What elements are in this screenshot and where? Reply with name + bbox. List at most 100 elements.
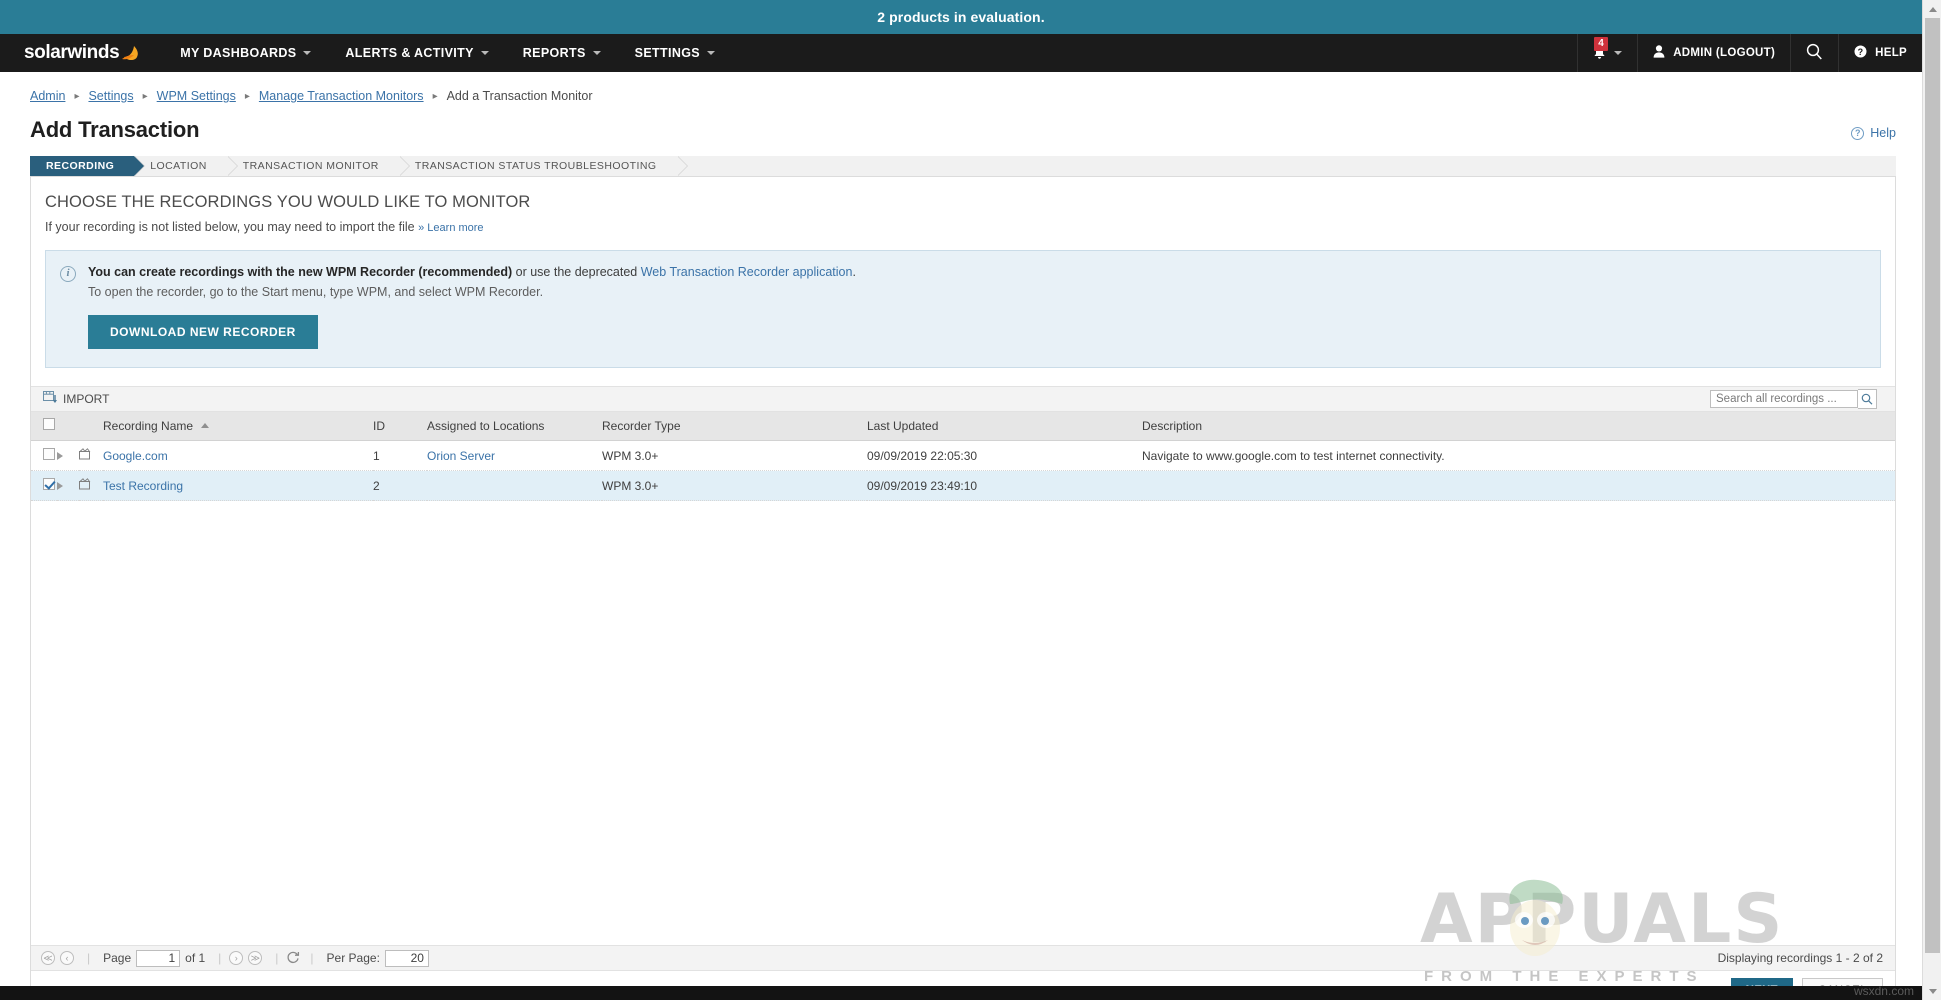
next-page-button[interactable]: › — [229, 951, 244, 965]
header-select-all[interactable] — [31, 412, 57, 441]
callout-end-text: . — [852, 265, 856, 279]
page-number-input[interactable] — [136, 949, 181, 967]
scroll-down-button[interactable] — [1923, 982, 1941, 1000]
section-subtext-row: If your recording is not listed below, y… — [31, 212, 1895, 234]
breadcrumb-item-settings[interactable]: Settings — [88, 89, 133, 103]
nav-item-my-dashboards[interactable]: MY DASHBOARDS — [163, 34, 328, 72]
main-navbar: solarwinds MY DASHBOARDS ALERTS & ACTIVI… — [0, 34, 1922, 72]
expand-row-icon[interactable] — [57, 451, 63, 460]
nav-item-label: SETTINGS — [634, 46, 700, 60]
recording-film-icon — [78, 478, 92, 493]
brand-text: solarwinds — [24, 42, 120, 63]
first-page-button[interactable]: ≪ — [41, 951, 55, 965]
user-icon — [1653, 45, 1665, 61]
navbar-spacer — [732, 34, 1577, 72]
help-button[interactable]: ? HELP — [1838, 34, 1922, 72]
footer-divider: | — [218, 951, 222, 965]
assigned-location-link[interactable]: Orion Server — [427, 449, 495, 463]
import-label: IMPORT — [63, 392, 110, 406]
breadcrumb-separator-icon: ▸ — [74, 90, 80, 102]
search-recordings-input[interactable] — [1710, 390, 1858, 408]
solarwinds-flame-icon — [121, 44, 141, 62]
svg-text:?: ? — [1858, 47, 1864, 57]
wizard-steps: RECORDING LOCATION TRANSACTION MONITOR T… — [30, 156, 1896, 177]
import-button[interactable]: IMPORT — [43, 391, 109, 407]
header-label: ID — [373, 418, 385, 433]
header-assigned-to-locations[interactable]: Assigned to Locations — [427, 412, 602, 441]
breadcrumb-item-wpm-settings[interactable]: WPM Settings — [157, 89, 236, 103]
nav-item-reports[interactable]: REPORTS — [506, 34, 618, 72]
table-row[interactable]: Test Recording 2 WPM 3.0+ 09/09/2019 23:… — [31, 470, 1895, 501]
wizard-tail — [676, 156, 1896, 176]
wizard-step-label: RECORDING — [46, 160, 115, 172]
search-submit-button[interactable] — [1858, 389, 1877, 409]
evaluation-banner: 2 products in evaluation. — [0, 0, 1922, 34]
page-title-row: Add Transaction ? Help — [0, 103, 1922, 143]
header-id[interactable]: ID — [373, 412, 427, 441]
notifications-button[interactable]: 4 — [1577, 34, 1637, 72]
row-id-cell: 1 — [373, 440, 427, 471]
recording-name-link[interactable]: Google.com — [103, 449, 168, 463]
row-recorder-type-cell: WPM 3.0+ — [602, 470, 867, 501]
header-last-updated[interactable]: Last Updated — [867, 412, 1142, 441]
learn-more-link[interactable]: » Learn more — [418, 222, 483, 234]
info-icon: i — [60, 266, 76, 282]
row-checkbox[interactable] — [43, 448, 55, 460]
wizard-step-label: TRANSACTION STATUS TROUBLESHOOTING — [414, 160, 657, 172]
info-callout: i You can create recordings with the new… — [45, 250, 1881, 368]
row-checkbox[interactable] — [43, 478, 55, 490]
row-expand-cell[interactable] — [57, 470, 79, 501]
row-expand-cell[interactable] — [57, 440, 79, 471]
row-checkbox-cell[interactable] — [31, 470, 57, 501]
table-footer: ≪ ‹ | Page of 1 | › ≫ | | Per Page: Disp… — [31, 945, 1895, 971]
user-account-button[interactable]: ADMIN (LOGOUT) — [1637, 34, 1790, 72]
row-last-updated-cell: 09/09/2019 22:05:30 — [867, 440, 1142, 471]
solarwinds-logo[interactable]: solarwinds — [0, 34, 163, 72]
last-page-button[interactable]: ≫ — [248, 951, 263, 965]
row-location-cell[interactable]: Orion Server — [427, 440, 602, 471]
header-label: Last Updated — [867, 418, 939, 433]
chevron-down-icon — [480, 51, 489, 55]
wizard-step-label: LOCATION — [150, 160, 207, 172]
scroll-up-button[interactable] — [1923, 0, 1941, 18]
notification-badge: 4 — [1594, 37, 1609, 51]
browser-scrollbar[interactable] — [1922, 0, 1941, 1000]
nav-item-settings[interactable]: SETTINGS — [618, 34, 732, 72]
nav-item-alerts-activity[interactable]: ALERTS & ACTIVITY — [328, 34, 505, 72]
wizard-step-transaction-status-troubleshooting[interactable]: TRANSACTION STATUS TROUBLESHOOTING — [398, 156, 688, 176]
page-help-link[interactable]: ? Help — [1851, 126, 1896, 143]
section-subtext: If your recording is not listed below, y… — [45, 220, 415, 234]
select-all-checkbox[interactable] — [43, 418, 55, 430]
scrollbar-thumb[interactable] — [1925, 18, 1940, 953]
header-recorder-type[interactable]: Recorder Type — [602, 412, 867, 441]
recordings-table: Recording Name ID Assigned to Locations … — [31, 412, 1895, 501]
breadcrumb-item-manage-transaction-monitors[interactable]: Manage Transaction Monitors — [259, 89, 424, 103]
row-recording-name-cell[interactable]: Test Recording — [103, 470, 373, 501]
per-page-input[interactable] — [384, 949, 429, 967]
recording-name-link[interactable]: Test Recording — [103, 479, 183, 493]
search-recordings-group — [1710, 389, 1877, 409]
row-type-icon-cell — [78, 440, 103, 471]
wizard-step-transaction-monitor[interactable]: TRANSACTION MONITOR — [226, 156, 410, 176]
help-question-icon: ? — [1854, 45, 1867, 61]
wizard-step-location[interactable]: LOCATION — [134, 156, 238, 176]
sort-ascending-icon — [201, 422, 210, 428]
expand-row-icon[interactable] — [57, 481, 63, 490]
previous-page-button[interactable]: ‹ — [60, 951, 74, 965]
breadcrumb-item-admin[interactable]: Admin — [30, 89, 65, 103]
row-recording-name-cell[interactable]: Google.com — [103, 440, 373, 471]
table-row[interactable]: Google.com 1 Orion Server WPM 3.0+ 09/09… — [31, 440, 1895, 471]
download-new-recorder-button[interactable]: DOWNLOAD NEW RECORDER — [88, 315, 318, 349]
row-checkbox-cell[interactable] — [31, 440, 57, 471]
callout-body: You can create recordings with the new W… — [88, 265, 1864, 349]
header-recording-name[interactable]: Recording Name — [103, 412, 373, 441]
web-transaction-recorder-link[interactable]: Web Transaction Recorder application — [641, 265, 853, 279]
refresh-icon[interactable] — [286, 950, 300, 967]
header-description[interactable]: Description — [1142, 412, 1895, 441]
nav-menu: MY DASHBOARDS ALERTS & ACTIVITY REPORTS … — [163, 34, 732, 72]
row-description-cell: Navigate to www.google.com to test inter… — [1142, 440, 1895, 471]
row-id-cell: 2 — [373, 470, 427, 501]
help-label: HELP — [1875, 47, 1907, 59]
wizard-step-recording[interactable]: RECORDING — [30, 156, 146, 176]
search-button[interactable] — [1790, 34, 1838, 72]
